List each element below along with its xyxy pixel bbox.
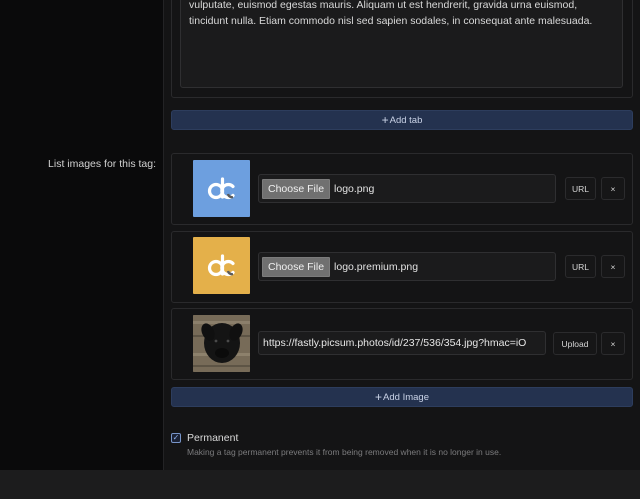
remove-image-button-3[interactable]: × [601,332,625,355]
close-icon: × [610,183,616,194]
logo-thumbnail-2 [193,237,250,294]
tab-content-textarea[interactable]: vulputate, euismod egestas mauris. Aliqu… [180,0,623,88]
logo-icon [207,253,235,276]
plus-icon: + [381,113,389,127]
add-tab-button[interactable]: + Add tab [171,110,633,130]
check-icon: ✓ [172,433,180,442]
tab-content-text: vulputate, euismod egestas mauris. Aliqu… [189,0,593,27]
dog-photo-thumbnail [193,315,250,372]
add-image-button[interactable]: + Add Image [171,387,633,407]
url-toggle-button-1[interactable]: URL [565,177,596,200]
add-image-label: Add Image [383,391,429,403]
file-name-1: logo.png [334,182,375,195]
permanent-label[interactable]: Permanent [187,432,238,444]
close-icon: × [610,261,616,272]
dog-photo-icon [193,315,250,372]
upload-toggle-button[interactable]: Upload [553,332,597,355]
plus-icon: + [375,390,383,404]
add-tab-label: Add tab [389,114,423,126]
file-input-1[interactable]: Choose File logo.png [258,174,556,203]
permanent-help-text: Making a tag permanent prevents it from … [187,447,502,457]
remove-image-button-2[interactable]: × [601,255,625,278]
remove-image-button-1[interactable]: × [601,177,625,200]
logo-thumbnail-1 [193,160,250,217]
bottom-strip [0,470,640,499]
left-panel [0,0,163,470]
permanent-checkbox[interactable]: ✓ [171,433,181,443]
url-toggle-button-2[interactable]: URL [565,255,596,278]
image-url-input[interactable]: https://fastly.picsum.photos/id/237/536/… [258,331,546,355]
list-images-label: List images for this tag: [48,158,156,170]
close-icon: × [610,338,616,349]
choose-file-button-2[interactable]: Choose File [262,256,331,277]
file-name-2: logo.premium.png [334,260,419,273]
choose-file-button-1[interactable]: Choose File [262,178,331,199]
file-input-2[interactable]: Choose File logo.premium.png [258,252,556,281]
logo-icon [207,176,235,199]
